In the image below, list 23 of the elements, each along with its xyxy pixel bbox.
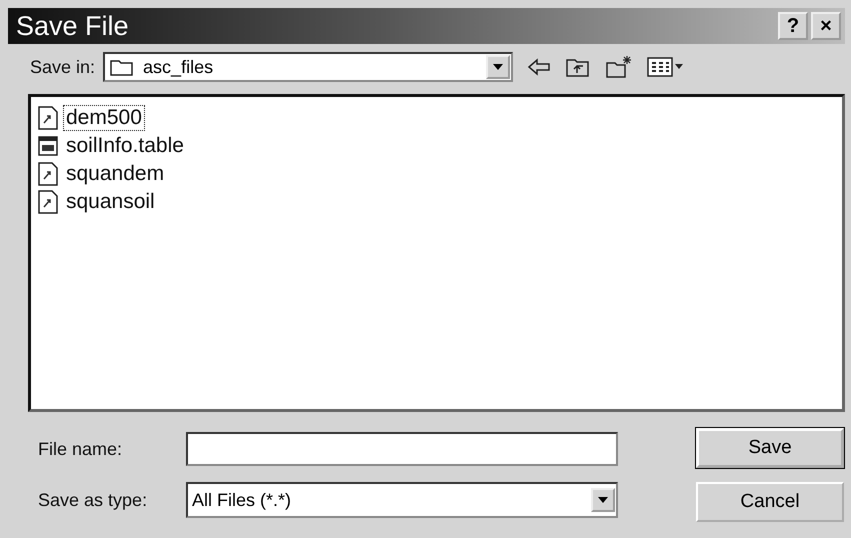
document-icon [37, 161, 59, 187]
close-button[interactable]: × [811, 12, 841, 40]
file-name-field[interactable] [186, 432, 618, 466]
new-folder-icon[interactable] [605, 55, 634, 79]
back-arrow-icon[interactable] [527, 57, 552, 77]
file-item[interactable]: dem500 [37, 105, 836, 131]
cancel-button[interactable]: Cancel [696, 482, 844, 522]
save-button[interactable]: Save [696, 428, 844, 468]
file-name-label: File name: [38, 438, 124, 460]
file-item[interactable]: squandem [37, 161, 836, 187]
document-icon [37, 189, 59, 215]
view-menu-icon[interactable] [647, 56, 686, 78]
file-item[interactable]: squansoil [37, 189, 836, 215]
file-item[interactable]: soilInfo.table [37, 133, 836, 159]
file-type-dropdown[interactable]: All Files (*.*) [186, 482, 618, 518]
save-as-type-label: Save as type: [38, 490, 148, 510]
folder-dropdown[interactable]: asc_files [103, 52, 514, 82]
document-icon [37, 105, 59, 131]
help-button[interactable]: ? [778, 12, 808, 40]
folder-name: asc_files [143, 56, 214, 78]
save-in-label: Save in: [30, 56, 96, 78]
file-type-value: All Files (*.*) [192, 490, 292, 510]
window-title: Save File [16, 10, 129, 42]
